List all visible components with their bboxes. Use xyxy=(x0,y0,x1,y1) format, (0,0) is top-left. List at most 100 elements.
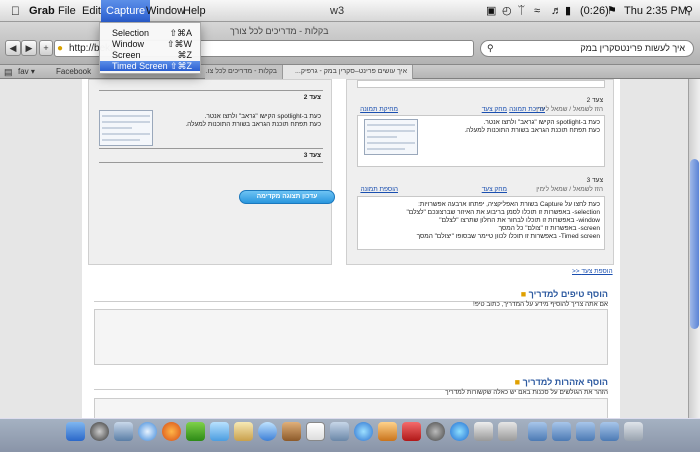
search-icon: ⚲ xyxy=(487,43,494,53)
step3-line5: Timed screen- באפשרות זו תוכלו לכוון טיי… xyxy=(416,233,600,240)
bookmark-facebook[interactable]: Facebook xyxy=(56,65,96,79)
step2-delete-image-link[interactable]: מחיקת תמונה xyxy=(360,106,398,114)
step3-move[interactable]: הזז לשמאל / שמאל לימין xyxy=(536,186,603,194)
vertical-scrollbar[interactable] xyxy=(688,79,700,418)
appstore-icon[interactable] xyxy=(210,422,229,441)
photos-icon[interactable] xyxy=(378,422,397,441)
wifi-icon[interactable]: ≈ xyxy=(534,0,540,22)
search-field[interactable]: איך לעשות פרינטסקרין במק ⚲ xyxy=(480,40,694,57)
apple-menu-icon[interactable]:  xyxy=(6,0,25,22)
step2-textbox[interactable]: כעת ב-spotlight הקישו "גראב" ולחצו אנטר.… xyxy=(357,115,605,167)
menu-item-shortcut: ⇧⌘Z xyxy=(169,61,192,71)
textedit-icon[interactable] xyxy=(234,422,253,441)
step3-delete-link[interactable]: מחק צעד xyxy=(482,186,507,194)
tab-1[interactable]: בקלות - מדריכים לכל צו... xyxy=(205,65,283,79)
ichat-icon[interactable] xyxy=(258,422,277,441)
update-preview-button[interactable]: עדכון תצוגה מקדימה xyxy=(239,190,335,204)
step2-delete-link[interactable]: מחק צעד xyxy=(482,106,507,114)
search-text: איך לעשות פרינטסקרין במק xyxy=(580,43,685,53)
step1-textbox[interactable] xyxy=(357,80,605,88)
divider xyxy=(99,148,323,149)
photo-booth-icon[interactable] xyxy=(402,422,421,441)
calendar-icon[interactable] xyxy=(306,422,325,441)
menu-item-shortcut: ⌘Z xyxy=(177,50,193,60)
address-book-icon[interactable] xyxy=(282,422,301,441)
show-all-bookmarks-icon[interactable]: ▤ xyxy=(4,65,13,79)
warnings-title: הוסף אזהרות למדריך xyxy=(522,377,608,387)
preview-icon[interactable] xyxy=(330,422,349,441)
bookmark-fav[interactable]: fav ▾ xyxy=(18,65,35,79)
app-icon[interactable] xyxy=(498,422,517,441)
scrollbar-thumb[interactable] xyxy=(690,159,699,329)
screen: { "menubar":{ "apple":"", "app":"Grab", … xyxy=(0,0,700,452)
back-button[interactable]: ◀ xyxy=(5,40,21,56)
divider xyxy=(99,90,323,91)
step3-line3: window- באפשרות זו תוכלו לבחור את החלון … xyxy=(439,217,600,224)
step3-line4: screen- באפשרות זו "צולם" כל המסך xyxy=(498,225,600,232)
lightbulb-icon: ● xyxy=(57,43,64,54)
applications-folder-icon[interactable] xyxy=(528,422,547,441)
battery-icon[interactable]: ▮ xyxy=(565,0,571,22)
preview-column: צעד 2 כעת ב-spotlight הקישו "גראב" ולחצו… xyxy=(88,79,335,265)
flag-icon[interactable]: ⚑ xyxy=(607,0,617,22)
status-app-icon[interactable]: ▣ xyxy=(486,0,496,22)
menu-bar:  Grab File Edit Capture Window Help w3 … xyxy=(0,0,700,22)
grab-icon[interactable] xyxy=(474,422,493,441)
step2-image xyxy=(364,119,418,155)
step2-line1: כעת ב-spotlight הקישו "גראב" ולחצו אנטר. xyxy=(204,113,321,120)
battery-time: (0:26) xyxy=(580,5,609,17)
finder-icon[interactable] xyxy=(66,422,85,441)
trash-icon[interactable] xyxy=(624,422,643,441)
window-title: w3 xyxy=(330,5,345,17)
add-bookmark-button[interactable]: + xyxy=(39,40,53,56)
step2-label: צעד 2 xyxy=(586,97,603,104)
menu-item-selection[interactable]: Selection ⇧⌘A xyxy=(100,28,200,38)
warnings-hint: הזהר את הגולשים על סכנות באם יש כאלה שקש… xyxy=(445,389,608,396)
step3-add-image-link[interactable]: הוספת תמונה xyxy=(360,186,398,194)
add-step-link[interactable]: >> הוספת צעד xyxy=(572,268,613,276)
mail-icon[interactable] xyxy=(114,422,133,441)
clock[interactable]: Thu 2:35 PM xyxy=(624,0,687,22)
tips-title: הוסף טיפים למדריך xyxy=(528,289,608,299)
menu-item-window[interactable]: Window ⇧⌘W xyxy=(100,39,200,49)
help-icon[interactable]: ■ xyxy=(521,289,526,299)
tab-2-active[interactable]: איך עושים פרינט–סקרין במק - גרפיק... xyxy=(283,65,413,79)
step2-line2: כעת תפתח תוכנת הגראב בשורת התוכנות למעלה… xyxy=(464,127,600,134)
step3-label: צעד 3 xyxy=(303,152,321,159)
spotlight-icon[interactable]: ⚲ xyxy=(685,0,693,22)
web-content: צעד 2 כעת ב-spotlight הקישו "גראב" ולחצו… xyxy=(0,79,688,418)
capture-menu: Selection ⇧⌘A Window ⇧⌘W Screen ⌘Z Timed Sc… xyxy=(99,22,201,74)
documents-folder-icon[interactable] xyxy=(552,422,571,441)
menu-item-timed-screen[interactable]: Timed Screen ⇧⌘Z xyxy=(100,61,200,71)
menu-item-shortcut: ⇧⌘W xyxy=(166,39,192,49)
step2-image xyxy=(99,110,153,146)
tips-textarea[interactable] xyxy=(94,309,608,365)
volume-icon[interactable]: ♬ xyxy=(551,0,562,22)
bluetooth-icon[interactable]: ᛠ xyxy=(518,0,525,22)
dashboard-icon[interactable] xyxy=(90,422,109,441)
quicktime-icon[interactable] xyxy=(450,422,469,441)
system-preferences-icon[interactable] xyxy=(426,422,445,441)
step2-line2: כעת תפתח תוכנת הגראב בשורת התוכנות למעלה… xyxy=(185,121,321,128)
forward-button[interactable]: ▶ xyxy=(21,40,37,56)
safari-icon[interactable] xyxy=(138,422,157,441)
menu-item-label: Timed Screen xyxy=(112,61,168,71)
step2-move[interactable]: הזז לשמאל / שמאל לימין xyxy=(536,106,603,114)
downloads-folder-icon[interactable] xyxy=(576,422,595,441)
time-machine-icon[interactable]: ◴ xyxy=(502,0,512,22)
help-icon[interactable]: ■ xyxy=(515,377,520,387)
step2-edit-image-link[interactable]: עריכת תמונה xyxy=(509,106,545,114)
stack-folder-icon[interactable] xyxy=(600,422,619,441)
step2-line1: כעת ב-spotlight הקישו "גראב" ולחצו אנטר. xyxy=(483,119,600,126)
warnings-textarea[interactable] xyxy=(94,398,608,418)
menu-help[interactable]: Help xyxy=(178,0,211,22)
step3-line2: selection- באפשרות זו תוכלו לסמן בריבוע … xyxy=(406,209,600,216)
divider xyxy=(99,162,323,163)
menu-item-screen[interactable]: Screen ⌘Z xyxy=(100,50,200,60)
step3-line1: כעת לחצו על Capture בשורת האפליקציה, יפת… xyxy=(418,201,600,208)
utorrent-icon[interactable] xyxy=(186,422,205,441)
menu-item-label: Window xyxy=(112,39,145,49)
itunes-icon[interactable] xyxy=(354,422,373,441)
step3-textbox[interactable]: כעת לחצו על Capture בשורת האפליקציה, יפת… xyxy=(357,196,605,250)
firefox-icon[interactable] xyxy=(162,422,181,441)
